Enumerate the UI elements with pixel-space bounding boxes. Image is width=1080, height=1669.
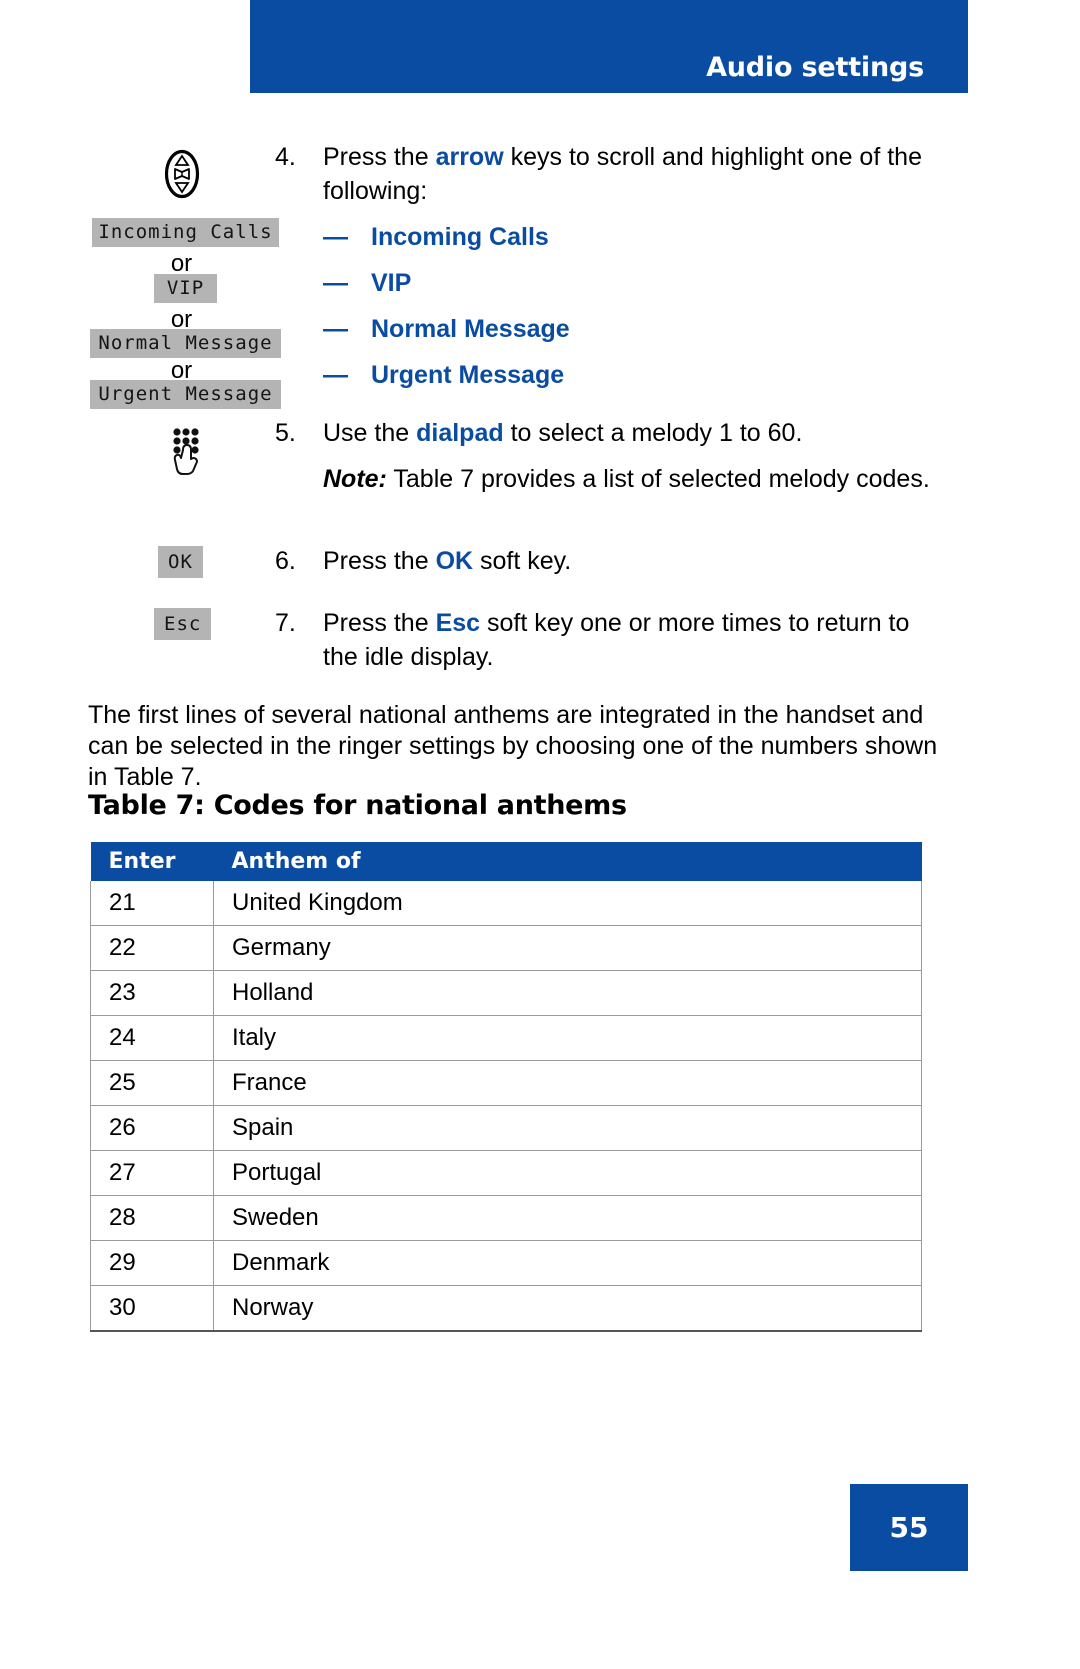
step-5-text-before: Use the bbox=[323, 419, 417, 447]
table-cell-anthem: United Kingdom bbox=[213, 881, 922, 926]
lcd-label-urgent-message: Urgent Message bbox=[90, 380, 281, 409]
page-title: Audio settings bbox=[706, 52, 924, 83]
sublist-label-incoming-calls: Incoming Calls bbox=[371, 223, 549, 251]
procedure-steps: Incoming Calls or VIP or Normal Message … bbox=[88, 140, 938, 676]
table-cell-enter: 22 bbox=[90, 925, 214, 971]
sublist-item-vip: — VIP bbox=[323, 266, 938, 300]
step-7: Esc 7. Press the Esc soft key one or mor… bbox=[88, 606, 938, 676]
table-cell-anthem: Holland bbox=[213, 970, 922, 1016]
table-header-row: Enter Anthem of bbox=[90, 842, 922, 881]
note-label: Note: bbox=[323, 465, 387, 493]
sublist-item-urgent-message: — Urgent Message bbox=[323, 358, 938, 392]
dialpad-icon bbox=[164, 424, 208, 476]
step-5-number: 5. bbox=[275, 419, 296, 447]
table-cell-anthem: Sweden bbox=[213, 1195, 922, 1241]
table-cell-enter: 28 bbox=[90, 1195, 214, 1241]
document-page: Audio settings Incoming Calls or VIP or … bbox=[0, 0, 1080, 1669]
table-row: 26 Spain bbox=[90, 1105, 922, 1151]
lcd-label-vip: VIP bbox=[154, 274, 217, 303]
lcd-label-incoming-calls: Incoming Calls bbox=[92, 218, 279, 247]
table-cell-anthem: Italy bbox=[213, 1015, 922, 1061]
step-4-number: 4. bbox=[275, 143, 296, 171]
step-5-text: Use the dialpad to select a melody 1 to … bbox=[323, 416, 938, 496]
step-4-text: Press the arrow keys to scroll and highl… bbox=[323, 140, 938, 404]
step-7-number: 7. bbox=[275, 609, 296, 637]
table-row: 23 Holland bbox=[90, 970, 922, 1016]
ok-softkey-image: OK bbox=[158, 546, 203, 578]
table-cell-enter: 27 bbox=[90, 1150, 214, 1196]
table-cell-anthem: Denmark bbox=[213, 1240, 922, 1286]
table-row: 25 France bbox=[90, 1060, 922, 1106]
table-cell-enter: 23 bbox=[90, 970, 214, 1016]
step-7-text-before: Press the bbox=[323, 609, 436, 637]
table-cell-enter: 26 bbox=[90, 1105, 214, 1151]
step-5-emphasis-dialpad: dialpad bbox=[416, 419, 504, 447]
step-6-number: 6. bbox=[275, 547, 296, 575]
step-5: 5. Use the dialpad to select a melody 1 … bbox=[88, 416, 938, 534]
step-6-text-after: soft key. bbox=[473, 547, 572, 575]
step-5-text-after: to select a melody 1 to 60. bbox=[503, 419, 803, 447]
step-7-text: Press the Esc soft key one or more times… bbox=[323, 606, 938, 674]
step-4-text-before: Press the bbox=[323, 143, 436, 171]
page-number-badge: 55 bbox=[850, 1484, 968, 1571]
table-cell-enter: 21 bbox=[90, 881, 214, 926]
table-row: 27 Portugal bbox=[90, 1150, 922, 1196]
lcd-label-normal-message: Normal Message bbox=[90, 329, 281, 358]
table-row: 30 Norway bbox=[90, 1285, 922, 1332]
note-text: Table 7 provides a list of selected melo… bbox=[386, 465, 930, 493]
table-cell-anthem: Portugal bbox=[213, 1150, 922, 1196]
step-6-text-before: Press the bbox=[323, 547, 436, 575]
sublist-item-incoming-calls: — Incoming Calls bbox=[323, 220, 938, 254]
table-cell-anthem: France bbox=[213, 1060, 922, 1106]
body-paragraph: The first lines of several national anth… bbox=[88, 701, 938, 791]
step-4-emphasis-arrow: arrow bbox=[435, 143, 504, 171]
em-dash-icon: — bbox=[323, 361, 348, 389]
table-cell-enter: 30 bbox=[90, 1285, 214, 1332]
table-row: 24 Italy bbox=[90, 1015, 922, 1061]
table-row: 29 Denmark bbox=[90, 1240, 922, 1286]
step-4: Incoming Calls or VIP or Normal Message … bbox=[88, 140, 938, 409]
sublist-label-urgent-message: Urgent Message bbox=[371, 361, 565, 389]
step-6-emphasis-ok: OK bbox=[435, 547, 474, 575]
em-dash-icon: — bbox=[323, 269, 348, 297]
table-cell-anthem: Norway bbox=[213, 1285, 922, 1332]
table-cell-anthem: Spain bbox=[213, 1105, 922, 1151]
arrow-keys-icon bbox=[163, 148, 201, 200]
table-cell-enter: 25 bbox=[90, 1060, 214, 1106]
em-dash-icon: — bbox=[323, 315, 348, 343]
step-5-note: Note: Table 7 provides a list of selecte… bbox=[323, 462, 938, 496]
step-7-emphasis-esc: Esc bbox=[435, 609, 481, 637]
table-cell-enter: 29 bbox=[90, 1240, 214, 1286]
column-header-enter: Enter bbox=[90, 842, 214, 881]
page-number: 55 bbox=[889, 1511, 929, 1544]
table-body: 21 United Kingdom 22 Germany 23 Holland 24 Ital… bbox=[90, 881, 922, 1332]
table-row: 28 Sweden bbox=[90, 1195, 922, 1241]
step-6-text: Press the OK soft key. bbox=[323, 544, 938, 578]
step-6: OK 6. Press the OK soft key. bbox=[88, 544, 938, 592]
sublist-label-normal-message: Normal Message bbox=[371, 315, 570, 343]
table-cell-enter: 24 bbox=[90, 1015, 214, 1061]
sublist-label-vip: VIP bbox=[371, 269, 412, 297]
sublist-item-normal-message: — Normal Message bbox=[323, 312, 938, 346]
page-header-bar: Audio settings bbox=[250, 0, 968, 93]
table-caption: Table 7: Codes for national anthems bbox=[88, 790, 627, 821]
table-row: 21 United Kingdom bbox=[90, 881, 922, 926]
table-head: Enter Anthem of bbox=[90, 842, 922, 881]
step-4-sublist: — Incoming Calls — VIP — Normal Message … bbox=[323, 220, 938, 392]
table-cell-anthem: Germany bbox=[213, 925, 922, 971]
column-header-anthem-of: Anthem of bbox=[213, 842, 922, 881]
anthem-codes-table: Enter Anthem of 21 United Kingdom 22 German… bbox=[90, 842, 922, 1332]
table-row: 22 Germany bbox=[90, 925, 922, 971]
esc-softkey-image: Esc bbox=[154, 608, 212, 640]
em-dash-icon: — bbox=[323, 223, 348, 251]
